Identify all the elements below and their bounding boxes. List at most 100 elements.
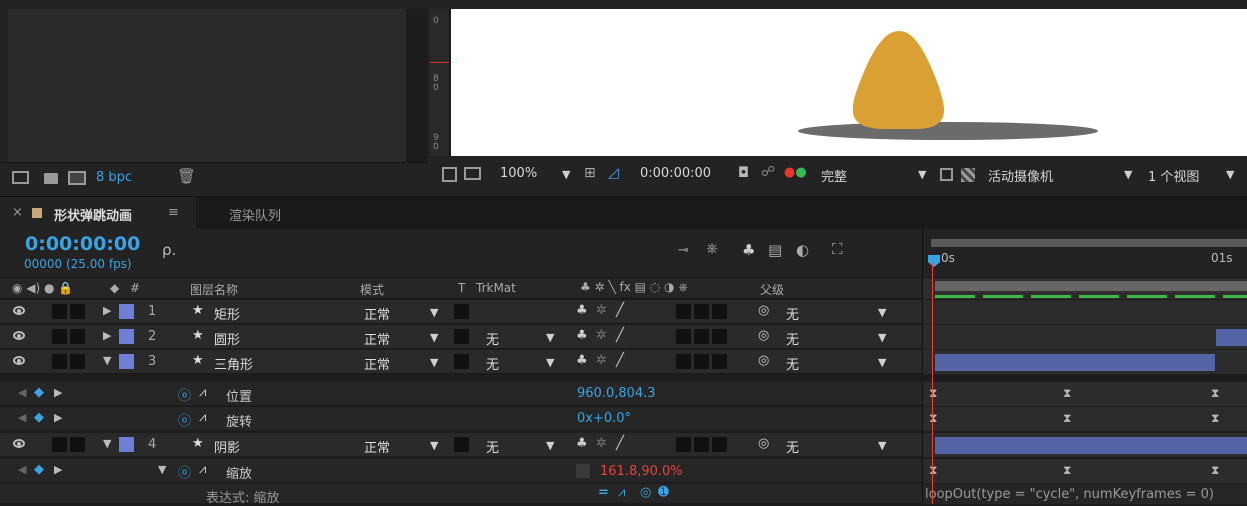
- property-track[interactable]: ⧗ ⧗ ⧗: [922, 459, 1247, 483]
- chevron-down-icon[interactable]: ▼: [1226, 168, 1234, 181]
- grid-icon[interactable]: ⊞: [584, 165, 596, 181]
- chevron-down-icon[interactable]: ▼: [430, 356, 438, 369]
- chevron-down-icon[interactable]: ▼: [430, 439, 438, 452]
- preserve-transparency-switch[interactable]: [454, 329, 469, 344]
- region-of-interest-icon[interactable]: [940, 168, 953, 181]
- current-time-display[interactable]: 0:00:00:00: [640, 166, 711, 181]
- eye-icon[interactable]: [13, 331, 25, 340]
- position-value[interactable]: 960.0,804.3: [577, 386, 656, 401]
- keyframe-icon[interactable]: ⧗: [1063, 412, 1074, 424]
- label-color[interactable]: [119, 304, 134, 319]
- chevron-down-icon[interactable]: ▼: [878, 439, 886, 452]
- solo-switch[interactable]: [70, 304, 85, 319]
- audio-switch[interactable]: [52, 304, 67, 319]
- trkmat-select[interactable]: 无: [486, 437, 499, 456]
- chevron-down-icon[interactable]: ▼: [562, 168, 570, 181]
- stopwatch-icon[interactable]: ⓞ: [178, 385, 191, 404]
- show-snapshot-icon[interactable]: ☍: [761, 164, 775, 180]
- prev-keyframe-icon[interactable]: ◀: [18, 411, 26, 424]
- snapshot-icon[interactable]: ◘: [738, 165, 749, 181]
- expression-editor[interactable]: loopOut(type = "cycle", numKeyframes = 0…: [922, 484, 1247, 504]
- chevron-down-icon[interactable]: ▼: [878, 306, 886, 319]
- solo-switch[interactable]: [70, 354, 85, 369]
- collapse-switch-icon[interactable]: ✲: [596, 353, 607, 368]
- mask-visibility-icon[interactable]: ◿: [608, 165, 619, 181]
- column-layer-name[interactable]: 图层名称: [190, 281, 238, 298]
- bit-depth-button[interactable]: 8 bpc: [96, 170, 132, 185]
- new-folder-icon[interactable]: [44, 173, 58, 184]
- timeline-navigator[interactable]: [922, 278, 1247, 299]
- motion-blur-switch[interactable]: [694, 437, 709, 452]
- pickwhip-icon[interactable]: ◎: [758, 303, 769, 318]
- shy-switch-icon[interactable]: ♣: [576, 353, 588, 368]
- layer-name[interactable]: 圆形: [214, 329, 240, 348]
- shy-switch-icon[interactable]: ♣: [576, 436, 588, 451]
- parent-select[interactable]: 无: [786, 329, 799, 348]
- channels-icon[interactable]: ●●: [784, 165, 807, 180]
- keyframe-icon[interactable]: ⧗: [1063, 464, 1074, 476]
- expression-pickwhip-icon[interactable]: ◎: [640, 485, 651, 500]
- quality-switch-icon[interactable]: ╱: [616, 436, 624, 451]
- scale-value[interactable]: 161.8,90.0%: [600, 464, 683, 479]
- parent-select[interactable]: 无: [786, 437, 799, 456]
- label-color[interactable]: [119, 437, 134, 452]
- rotation-value[interactable]: 0x+0.0°: [577, 411, 631, 426]
- constrain-proportions-icon[interactable]: [576, 464, 590, 478]
- blend-mode-select[interactable]: 正常: [364, 354, 390, 373]
- shy-layers-icon[interactable]: ♣: [742, 241, 755, 259]
- comp-mini-flowchart-icon[interactable]: ⊸: [678, 243, 689, 258]
- keyframe-icon[interactable]: ⧗: [929, 387, 940, 399]
- monitor-icon[interactable]: [464, 167, 481, 180]
- graph-editor-icon[interactable]: ⛶: [832, 240, 843, 258]
- quality-switch-icon[interactable]: ╱: [616, 353, 624, 368]
- chevron-down-icon[interactable]: ▼: [1124, 168, 1132, 181]
- blend-mode-select[interactable]: 正常: [364, 304, 390, 323]
- interpret-footage-icon[interactable]: [12, 171, 29, 184]
- resolution-select[interactable]: 完整: [821, 166, 847, 185]
- frame-blending-icon[interactable]: ▤: [768, 241, 782, 259]
- expression-language-menu-icon[interactable]: ➊: [658, 485, 669, 500]
- shy-switch-icon[interactable]: ♣: [576, 303, 588, 318]
- zoom-select[interactable]: 100%: [500, 166, 537, 181]
- next-keyframe-icon[interactable]: ▶: [54, 386, 62, 399]
- audio-switch[interactable]: [52, 329, 67, 344]
- adjustment-switch[interactable]: [712, 304, 727, 319]
- layer-duration-bar[interactable]: [1216, 329, 1247, 346]
- current-time-indicator[interactable]: [932, 263, 933, 504]
- property-track[interactable]: ⧗ ⧗ ⧗: [922, 407, 1247, 431]
- layer-name[interactable]: 三角形: [214, 354, 253, 373]
- motion-blur-switch[interactable]: [694, 354, 709, 369]
- current-time[interactable]: 0:00:00:00: [25, 233, 140, 255]
- expression-enable-icon[interactable]: =: [598, 485, 609, 500]
- preserve-transparency-switch[interactable]: [454, 437, 469, 452]
- keyframe-icon[interactable]: ⧗: [1211, 412, 1222, 424]
- pickwhip-icon[interactable]: ◎: [758, 328, 769, 343]
- shy-switch-icon[interactable]: ♣: [576, 328, 588, 343]
- trkmat-select[interactable]: 无: [486, 354, 499, 373]
- layer-track[interactable]: [922, 325, 1247, 349]
- composition-canvas[interactable]: [451, 9, 1247, 156]
- chevron-down-icon[interactable]: ▼: [918, 168, 926, 181]
- layer-row[interactable]: ▼ 4 ★ 阴影 正常 ▼ 无 ▼ ♣ ✲ ╱ ◎ 无 ▼: [0, 433, 1247, 457]
- project-scrollbar[interactable]: [406, 9, 428, 162]
- collapse-switch-icon[interactable]: ✲: [596, 328, 607, 343]
- label-color[interactable]: [119, 354, 134, 369]
- chevron-down-icon[interactable]: ▼: [430, 331, 438, 344]
- eye-icon[interactable]: [13, 306, 25, 315]
- collapse-triangle-icon[interactable]: ▼: [158, 463, 166, 476]
- graph-icon[interactable]: ⩘: [199, 462, 206, 477]
- chevron-down-icon[interactable]: ▼: [878, 331, 886, 344]
- effect-switch[interactable]: [676, 437, 691, 452]
- quality-switch-icon[interactable]: ╱: [616, 303, 624, 318]
- work-area-bar[interactable]: [931, 239, 1247, 247]
- prev-keyframe-icon[interactable]: ◀: [18, 386, 26, 399]
- layer-duration-bar[interactable]: [935, 354, 1215, 371]
- view-layout-select[interactable]: 1 个视图: [1148, 166, 1199, 185]
- time-ruler[interactable]: 0s 01s: [922, 229, 1247, 277]
- layer-track[interactable]: [922, 300, 1247, 324]
- preserve-transparency-switch[interactable]: [454, 304, 469, 319]
- chevron-down-icon[interactable]: ▼: [546, 331, 554, 344]
- label-color[interactable]: [119, 329, 134, 344]
- pickwhip-icon[interactable]: ◎: [758, 353, 769, 368]
- keyframe-diamond-icon[interactable]: ◆: [34, 385, 44, 400]
